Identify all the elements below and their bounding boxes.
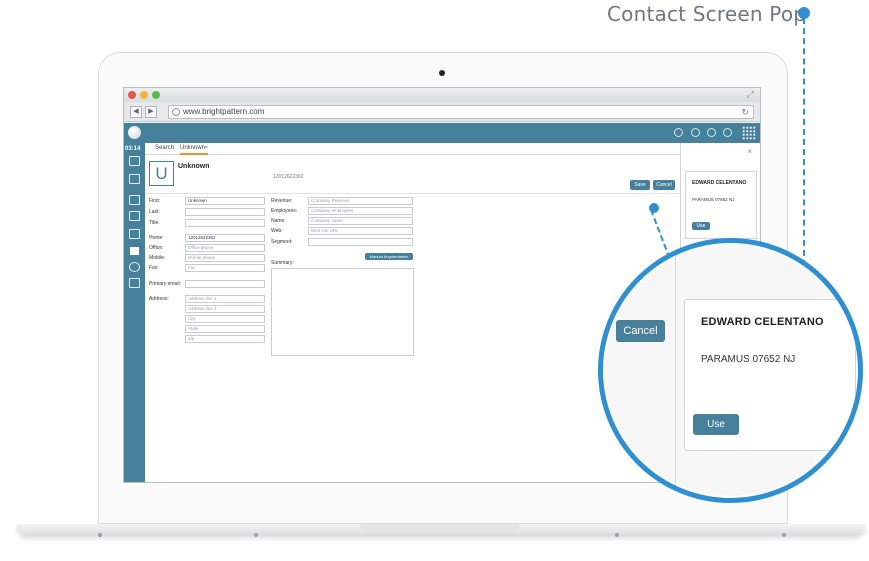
globe-icon <box>172 108 180 116</box>
field-label: Office: <box>149 245 164 251</box>
stage: Contact Screen Pop ⤢ ◀ ▶ www.brightpatte… <box>0 0 869 561</box>
back-icon[interactable]: ◀ <box>130 106 142 118</box>
field-label: Home: <box>149 235 164 241</box>
magnified-use-button[interactable]: Use <box>693 414 739 435</box>
cancel-button[interactable]: Cancel <box>653 180 675 190</box>
magnified-screen-pop-card: EDWARD CELENTANO PARAMUS 07652 NJ Use <box>684 299 856 451</box>
address-line-1-field[interactable]: Address line 1 <box>185 295 265 303</box>
screen-pop-address: PARAMUS 07652 NJ <box>692 197 735 202</box>
callout-title: Contact Screen Pop <box>607 2 807 26</box>
tab-search[interactable]: Search <box>155 145 174 151</box>
field-label: Web: <box>271 228 283 234</box>
first-name-field[interactable]: Unknown <box>185 197 265 205</box>
segment-field[interactable] <box>308 238 413 246</box>
divider <box>145 193 680 194</box>
callout-line <box>803 18 805 266</box>
field-label: Primary email: <box>149 281 181 287</box>
magnifier-dot <box>649 203 659 213</box>
company-name-field[interactable]: Company name <box>308 217 413 225</box>
fax-field[interactable]: Fax <box>185 264 265 272</box>
url-text: www.brightpattern.com <box>183 107 265 116</box>
minimize-window-button[interactable] <box>140 91 148 99</box>
chat-icon[interactable] <box>129 262 140 272</box>
state-field[interactable]: State <box>185 325 265 333</box>
field-label: First: <box>149 198 161 204</box>
tab-close-icon[interactable]: × <box>205 145 208 151</box>
tab-unknown[interactable]: Unknown× <box>180 145 208 155</box>
address-bar[interactable]: www.brightpattern.com ↻ <box>168 105 754 119</box>
contact-name: Unknown <box>178 163 210 170</box>
office-phone-field[interactable]: Office phone <box>185 244 265 252</box>
laptop-camera <box>439 70 445 76</box>
left-nav: 03:14 <box>124 143 145 482</box>
zip-field[interactable]: Zip <box>185 335 265 343</box>
city-field[interactable]: City <box>185 315 265 323</box>
url-toolbar: ◀ ▶ www.brightpattern.com ↻ <box>124 102 760 122</box>
laptop-foot <box>254 533 258 537</box>
home-phone-field[interactable]: 12012622362 <box>185 234 265 242</box>
app-header <box>124 123 760 143</box>
revenue-field[interactable]: Company Revenue <box>308 197 413 205</box>
inbox-icon[interactable] <box>129 229 140 239</box>
power-icon[interactable] <box>723 128 732 137</box>
reload-icon[interactable]: ↻ <box>741 106 749 118</box>
laptop-notch <box>360 524 520 530</box>
email-field[interactable] <box>185 280 265 288</box>
mobile-phone-field[interactable]: Mobile phone <box>185 254 265 262</box>
address-label: Address: <box>149 296 169 302</box>
field-label: Title: <box>149 220 160 226</box>
search-icon[interactable] <box>674 128 683 137</box>
magnified-contact-address: PARAMUS 07652 NJ <box>701 354 796 365</box>
close-icon[interactable]: × <box>747 147 752 156</box>
maximize-window-button[interactable] <box>152 91 160 99</box>
help-icon[interactable] <box>691 128 700 137</box>
laptop-foot <box>615 533 619 537</box>
document-icon[interactable] <box>129 195 140 205</box>
forward-icon[interactable]: ▶ <box>145 106 157 118</box>
use-button[interactable]: Use <box>692 222 710 230</box>
address-line-2-field[interactable]: Address line 2 <box>185 305 265 313</box>
last-name-field[interactable] <box>185 208 265 216</box>
laptop-foot <box>782 533 786 537</box>
dialpad-icon[interactable] <box>129 174 140 184</box>
session-timer: 03:14 <box>125 146 141 152</box>
home-icon[interactable] <box>129 278 140 288</box>
avatar: U <box>149 161 174 186</box>
manual-augmentation-button[interactable]: Manual Augmentation <box>365 253 413 260</box>
tab-unknown-label: Unknown <box>180 145 206 151</box>
magnifier-circle: Cancel EDWARD CELENTANO PARAMUS 07652 NJ… <box>598 238 863 503</box>
magnified-cancel-button[interactable]: Cancel <box>616 320 665 342</box>
field-label: Segment: <box>271 239 293 245</box>
field-label: Last: <box>149 209 160 215</box>
browser-titlebar: ⤢ <box>124 88 760 102</box>
magnifier-divider <box>675 243 676 498</box>
settings-icon[interactable] <box>707 128 716 137</box>
summary-label: Summary: <box>271 260 294 266</box>
summary-textarea[interactable] <box>271 268 414 356</box>
tab-bar: Search Unknown× <box>145 143 680 155</box>
field-label: Fax: <box>149 265 159 271</box>
laptop-foot <box>98 533 102 537</box>
screen-pop-card: EDWARD CELENTANO PARAMUS 07652 NJ Use <box>685 171 757 239</box>
calendar-icon[interactable] <box>129 211 140 221</box>
close-window-button[interactable] <box>128 91 136 99</box>
save-button[interactable]: Save <box>630 180 650 190</box>
employees-field[interactable]: Company employees <box>308 207 413 215</box>
website-field[interactable]: Web site URL <box>308 227 413 235</box>
field-label: Employees: <box>271 208 298 214</box>
contact-phone: 12012622362 <box>273 174 304 180</box>
magnified-contact-name: EDWARD CELENTANO <box>701 316 824 328</box>
field-label: Mobile: <box>149 255 166 261</box>
app-logo <box>128 126 141 139</box>
screen-pop-name: EDWARD CELENTANO <box>692 180 747 186</box>
field-label: Revenue: <box>271 198 293 204</box>
fullscreen-icon[interactable]: ⤢ <box>747 89 754 100</box>
title-field[interactable] <box>185 219 265 227</box>
contacts-icon[interactable] <box>129 246 140 256</box>
field-label: Name: <box>271 218 286 224</box>
app-grid-icon[interactable] <box>742 126 756 140</box>
monitor-icon[interactable] <box>129 156 140 166</box>
